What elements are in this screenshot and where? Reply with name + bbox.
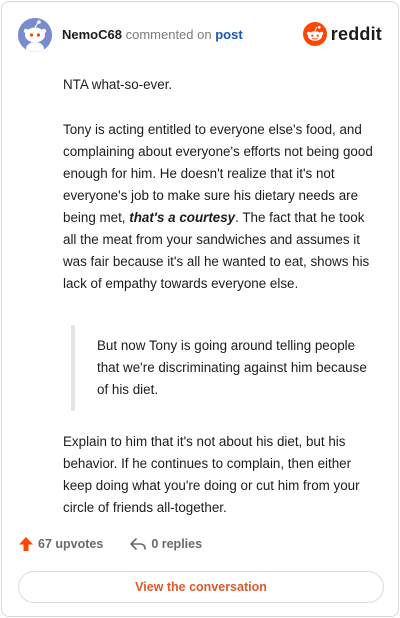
reply-count: 0 replies (151, 537, 203, 551)
embedded-comment-card: NemoC68 commented on post reddit NTA wha… (1, 1, 399, 617)
reddit-logo[interactable]: reddit (302, 22, 382, 46)
comment-header: NemoC68 commented on post reddit (18, 18, 382, 52)
snoo-avatar-icon (18, 18, 52, 52)
emphasis-text: that's a courtesy (129, 210, 236, 225)
comment-body: NTA what-so-ever. Tony is acting entitle… (63, 74, 375, 519)
replies-button[interactable]: 0 replies (129, 536, 202, 552)
comment-paragraph: Tony is acting entitled to everyone else… (63, 119, 375, 295)
blockquote: But now Tony is going around telling peo… (71, 325, 375, 411)
upvote-button[interactable]: 67 upvotes (18, 536, 103, 552)
username-link[interactable]: NemoC68 (62, 27, 122, 42)
post-link[interactable]: post (215, 27, 242, 42)
reddit-wordmark: reddit (330, 23, 382, 44)
comment-footer: 67 upvotes 0 replies (18, 536, 202, 552)
comment-paragraph: NTA what-so-ever. (63, 77, 173, 92)
upvote-arrow-icon (19, 537, 33, 551)
reply-arrow-icon (130, 538, 147, 550)
avatar[interactable] (18, 18, 52, 52)
quote-text: But now Tony is going around telling peo… (97, 338, 367, 397)
comment-paragraph: Explain to him that it's not about his d… (63, 434, 360, 515)
commented-on-text: commented on (125, 27, 212, 42)
reddit-logo-icon (302, 22, 327, 46)
view-conversation-button[interactable]: View the conversation (18, 571, 384, 603)
upvote-count: 67 upvotes (38, 537, 104, 551)
byline: NemoC68 commented on post (62, 26, 243, 44)
